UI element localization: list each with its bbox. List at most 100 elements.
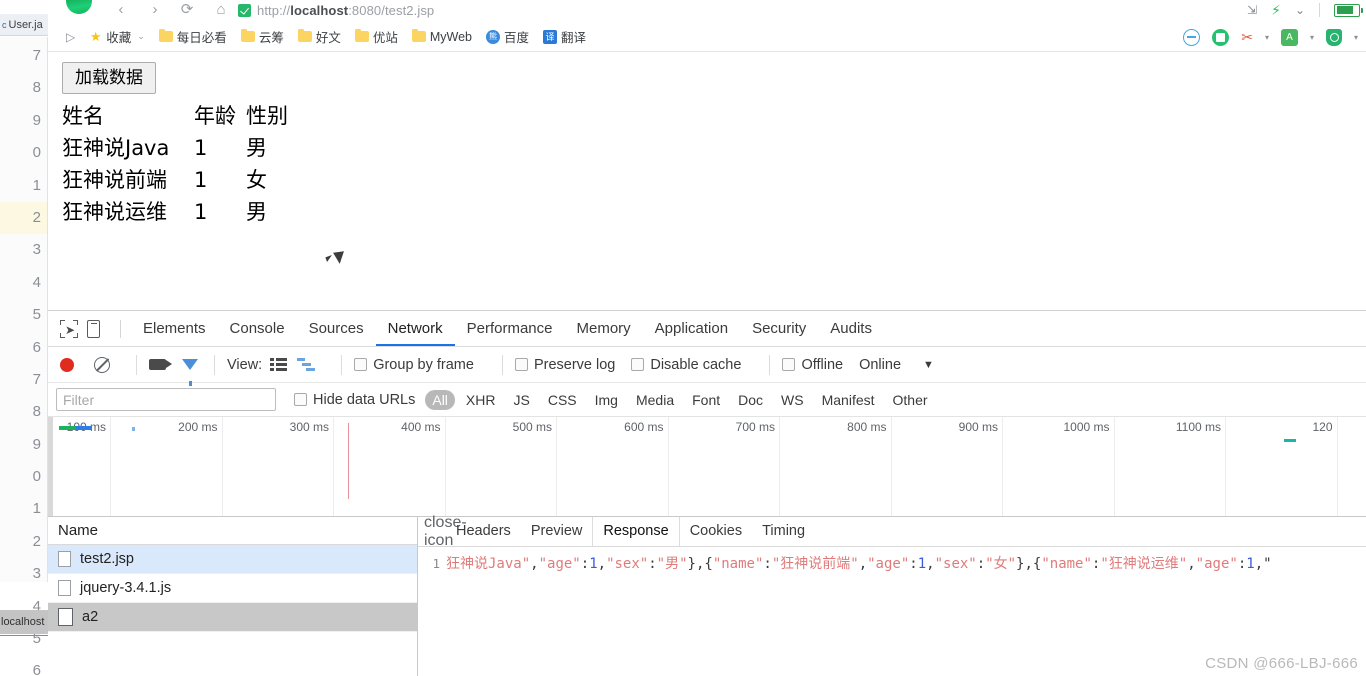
type-filter-css[interactable]: CSS xyxy=(541,390,584,410)
devtools-tab-security[interactable]: Security xyxy=(740,311,818,346)
type-filter-xhr[interactable]: XHR xyxy=(459,390,503,410)
extension-icons: ✂ ▾ A ▾ ▾ xyxy=(1183,22,1358,52)
translate-extension-icon[interactable]: A xyxy=(1280,28,1298,46)
response-token: 1 xyxy=(589,556,598,572)
group-by-frame-label: Group by frame xyxy=(373,356,474,373)
response-token: "age" xyxy=(867,556,910,572)
screenshot-camera-icon[interactable] xyxy=(149,359,172,370)
bookmark-item[interactable]: MyWeb xyxy=(406,28,478,46)
network-timeline-overview[interactable]: 100 ms 200 ms 300 ms 400 ms 500 ms 600 ms 700 … xyxy=(48,417,1366,517)
timeline-tick: 900 ms xyxy=(959,417,1003,516)
bookmark-item[interactable]: 云筹 xyxy=(235,25,290,48)
bookmark-item[interactable]: 每日必看 xyxy=(153,25,233,48)
table-cell: 男 xyxy=(246,136,267,160)
list-view-icon[interactable] xyxy=(270,358,288,371)
group-by-frame-checkbox[interactable]: Group by frame xyxy=(354,357,474,373)
lightning-icon[interactable]: ⚡ xyxy=(1271,2,1281,19)
back-icon[interactable]: ‹ xyxy=(110,0,132,22)
detail-tab-headers[interactable]: Headers xyxy=(446,517,521,546)
filter-funnel-icon[interactable] xyxy=(182,359,198,386)
request-detail-pane: close-icon Headers Preview Response Cookies… xyxy=(418,514,1366,676)
bookmark-item[interactable]: 优站 xyxy=(349,25,404,48)
folder-icon xyxy=(158,28,173,42)
request-row[interactable]: test2.jsp xyxy=(48,545,417,574)
bookmark-item[interactable]: 熊百度 xyxy=(480,25,535,48)
note-extension-icon[interactable] xyxy=(1212,28,1230,46)
shield-caret-icon[interactable]: ▾ xyxy=(1354,33,1358,42)
security-shield-icon[interactable] xyxy=(1325,28,1342,46)
devtools-tab-application[interactable]: Application xyxy=(643,311,740,346)
timeline-tick: 120 xyxy=(1312,417,1338,516)
throttle-select-value[interactable]: Online xyxy=(859,357,901,373)
screenshot-scissors-icon[interactable]: ✂ xyxy=(1241,29,1253,46)
devtools-tab-memory[interactable]: Memory xyxy=(565,311,643,346)
bookmark-caret-icon[interactable]: ⌄ xyxy=(137,31,145,42)
filter-input[interactable] xyxy=(56,388,276,411)
devtools-tab-audits[interactable]: Audits xyxy=(818,311,884,346)
detail-tab-timing[interactable]: Timing xyxy=(752,517,815,546)
hide-data-urls-checkbox[interactable]: Hide data URLs xyxy=(294,392,415,408)
type-filter-other[interactable]: Other xyxy=(886,390,935,410)
bookmark-item[interactable]: 好文 xyxy=(292,25,347,48)
ide-line-number: 0 xyxy=(32,468,41,486)
type-filter-img[interactable]: Img xyxy=(588,390,625,410)
translate-icon: 译 xyxy=(543,29,558,44)
translate-caret-icon[interactable]: ▾ xyxy=(1310,33,1314,42)
throttle-caret-icon[interactable]: ▼ xyxy=(923,359,934,371)
device-toolbar-icon[interactable] xyxy=(87,319,100,338)
request-row[interactable]: jquery-3.4.1.js xyxy=(48,574,417,603)
type-filter-doc[interactable]: Doc xyxy=(731,390,770,410)
disable-cache-checkbox[interactable]: Disable cache xyxy=(631,357,741,373)
detail-tab-cookies[interactable]: Cookies xyxy=(680,517,752,546)
type-filter-media[interactable]: Media xyxy=(629,390,681,410)
forward-icon[interactable]: › xyxy=(144,0,166,22)
type-filter-manifest[interactable]: Manifest xyxy=(815,390,882,410)
devtools-tab-console[interactable]: Console xyxy=(218,311,297,346)
download-icon[interactable]: ⇲ xyxy=(1247,3,1257,17)
timeline-tick: 700 ms xyxy=(736,417,780,516)
timeline-tick-label: 1000 ms xyxy=(1063,420,1110,434)
ide-editor-tab[interactable]: c User.ja xyxy=(0,14,48,36)
response-token: : xyxy=(1237,556,1247,572)
devtools-tab-elements[interactable]: Elements xyxy=(131,311,218,346)
requests-list-pane: Name test2.jsp jquery-3.4.1.js a2 xyxy=(48,517,418,676)
close-icon[interactable]: close-icon xyxy=(424,514,467,550)
type-filter-js[interactable]: JS xyxy=(506,390,536,410)
requests-column-header[interactable]: Name xyxy=(48,517,417,545)
ide-line-number: 5 xyxy=(32,306,41,324)
inspect-element-icon[interactable]: ➤ xyxy=(60,319,78,338)
bookmark-item[interactable]: ★ 收藏 ⌄ xyxy=(83,25,151,48)
chevron-down-icon[interactable]: ⌄ xyxy=(1295,3,1305,17)
type-filter-all[interactable]: All xyxy=(425,389,455,410)
adblock-icon[interactable] xyxy=(1183,28,1201,46)
toolbar-divider-4 xyxy=(501,354,503,375)
reload-icon[interactable]: ⟳ xyxy=(176,0,198,22)
ide-line-number: 2 xyxy=(0,201,47,235)
devtools-tab-network[interactable]: Network xyxy=(375,311,455,346)
checkbox-box xyxy=(782,358,796,371)
bookmark-expander-icon[interactable]: ▷ xyxy=(60,28,81,46)
scissors-caret-icon[interactable]: ▾ xyxy=(1265,33,1269,42)
type-filter-font[interactable]: Font xyxy=(685,390,727,410)
bookmark-label: 每日必看 xyxy=(176,31,227,45)
devtools-tab-performance[interactable]: Performance xyxy=(455,311,565,346)
type-filter-ws[interactable]: WS xyxy=(774,390,811,410)
detail-tab-preview[interactable]: Preview xyxy=(521,517,593,546)
detail-tab-response[interactable]: Response xyxy=(592,517,680,546)
clear-icon[interactable] xyxy=(94,356,110,373)
request-row[interactable]: a2 xyxy=(48,603,417,632)
response-token: , xyxy=(597,556,607,572)
offline-checkbox[interactable]: Offline xyxy=(782,357,843,373)
devtools-tab-sources[interactable]: Sources xyxy=(297,311,376,346)
bookmark-item[interactable]: 译翻译 xyxy=(537,25,592,48)
waterfall-view-icon[interactable] xyxy=(297,358,316,371)
load-data-button[interactable]: 加载数据 xyxy=(62,62,156,95)
browser-logo-icon xyxy=(66,0,92,14)
record-icon[interactable] xyxy=(60,357,74,372)
table-cell: 狂神说运维 xyxy=(62,200,167,224)
preserve-log-checkbox[interactable]: Preserve log xyxy=(514,357,615,373)
request-name-label: a2 xyxy=(82,609,99,625)
bookmark-bar: ▷ ★ 收藏 ⌄ 每日必看 云筹 好文 优站 MyWeb 熊百度译翻译 xyxy=(48,22,1366,52)
address-bar[interactable]: http://localhost:8080/test2.jsp xyxy=(238,0,434,20)
home-icon[interactable]: ⌂ xyxy=(210,0,232,22)
